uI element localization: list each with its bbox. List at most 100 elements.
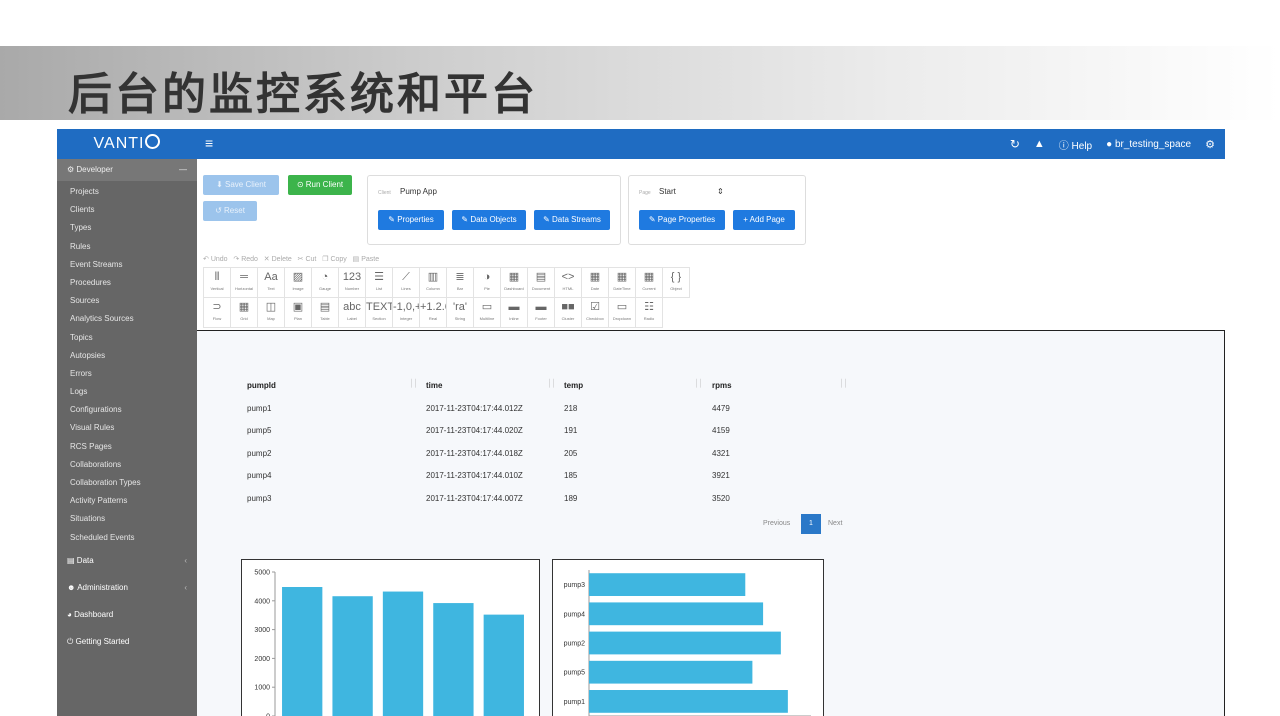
- palette-widget-document[interactable]: ▤ Document: [527, 267, 555, 298]
- sidebar-item[interactable]: Situations: [57, 510, 197, 528]
- sidebar-item[interactable]: Analytics Sources: [57, 310, 197, 328]
- palette-widget-dashboard[interactable]: ▦ Dashboard: [500, 267, 528, 298]
- pager-current-page[interactable]: 1: [801, 514, 821, 534]
- undo-button[interactable]: ↶ Undo: [203, 256, 228, 263]
- palette-widget-string[interactable]: 'ra' String: [446, 297, 474, 328]
- palette-widget-datetime[interactable]: ▦ DateTime: [608, 267, 636, 298]
- palette-widget-object[interactable]: { } Object: [662, 267, 690, 298]
- sidebar-item[interactable]: Activity Patterns: [57, 492, 197, 510]
- delete-button[interactable]: ✕ Delete: [264, 256, 292, 263]
- select-caret-icon[interactable]: ⇕: [717, 187, 724, 196]
- alert-icon[interactable]: ▲: [1034, 138, 1045, 150]
- column-resize-icon[interactable]: ⏐⏐: [694, 379, 703, 389]
- sidebar-item[interactable]: Errors: [57, 365, 197, 383]
- sidebar-item[interactable]: Scheduled Events: [57, 529, 197, 547]
- palette-widget-vertical[interactable]: ⦀ Vertical: [203, 267, 231, 298]
- page-properties-button[interactable]: ✎ Page Properties: [639, 210, 725, 230]
- data-streams-button[interactable]: ✎ Data Streams: [534, 210, 610, 230]
- palette-widget-list[interactable]: ☰ List: [365, 267, 393, 298]
- user-menu[interactable]: ● br_testing_space: [1106, 139, 1191, 150]
- palette-widget-date[interactable]: ▦ Date: [581, 267, 609, 298]
- palette-widget-footer[interactable]: ▬ Footer: [527, 297, 555, 328]
- bar-pump1: [589, 690, 788, 713]
- sidebar-item[interactable]: Collaborations: [57, 456, 197, 474]
- cut-button[interactable]: ✂ Cut: [298, 256, 317, 263]
- vantiq-logo[interactable]: VANTI: [57, 129, 197, 159]
- column-resize-icon[interactable]: ⏐⏐: [547, 379, 556, 389]
- client-builder: ⬇ Save Client ⊙ Run Client ↺ Reset Clien…: [197, 159, 1225, 716]
- palette-widget-section[interactable]: TEXT Section: [365, 297, 393, 328]
- gears-icon[interactable]: ⚙: [1205, 138, 1215, 151]
- palette-widget-bar[interactable]: ≣ Bar: [446, 267, 474, 298]
- save-client-button[interactable]: ⬇ Save Client: [203, 175, 279, 195]
- sidebar-item[interactable]: Logs: [57, 383, 197, 401]
- sidebar-section-dashboard[interactable]: ◕ Dashboard: [57, 601, 197, 628]
- palette-widget-multiline[interactable]: ▭ Multiline: [473, 297, 501, 328]
- redo-button[interactable]: ↷ Redo: [233, 256, 258, 263]
- pager-previous[interactable]: Previous: [763, 520, 790, 527]
- sidebar-item[interactable]: Rules: [57, 238, 197, 256]
- pager-next[interactable]: Next: [828, 520, 842, 527]
- palette-widget-column[interactable]: ▥ Column: [419, 267, 447, 298]
- sidebar-item[interactable]: Configurations: [57, 401, 197, 419]
- palette-widget-pie[interactable]: ◑ Pie: [473, 267, 501, 298]
- column-header-rpms[interactable]: rpms: [712, 381, 732, 390]
- data-objects-button[interactable]: ✎ Data Objects: [452, 210, 526, 230]
- sidebar-item[interactable]: Topics: [57, 329, 197, 347]
- palette-widget-label[interactable]: abc Label: [338, 297, 366, 328]
- paste-button[interactable]: ▤ Paste: [353, 256, 379, 263]
- column-header-temp[interactable]: temp: [564, 381, 583, 390]
- refresh-icon[interactable]: ↻: [1010, 137, 1020, 151]
- menu-toggle-icon[interactable]: ≡: [205, 135, 213, 151]
- help-link[interactable]: ⓘ Help: [1059, 137, 1092, 152]
- sidebar-section-administration[interactable]: ☻ Administration ‹: [57, 574, 197, 601]
- sidebar-item[interactable]: Projects: [57, 183, 197, 201]
- sidebar-section-getting-started[interactable]: ⏻ Getting Started: [57, 628, 197, 655]
- palette-widget-number[interactable]: 123 Number: [338, 267, 366, 298]
- page-select[interactable]: Start: [659, 187, 676, 196]
- copy-button[interactable]: ❐ Copy: [322, 256, 347, 263]
- palette-widget-image[interactable]: ▨ Image: [284, 267, 312, 298]
- client-name[interactable]: Pump App: [400, 187, 437, 196]
- sidebar-item[interactable]: Event Streams: [57, 256, 197, 274]
- sidebar-item[interactable]: Autopsies: [57, 347, 197, 365]
- sidebar-item[interactable]: RCS Pages: [57, 438, 197, 456]
- palette-widget-checkbox[interactable]: ☑ Checkbox: [581, 297, 609, 328]
- sidebar-section-developer[interactable]: ⚙ Developer —: [57, 159, 197, 181]
- palette-widget-horizontal[interactable]: ═ Horizontal: [230, 267, 258, 298]
- palette-widget-integer[interactable]: -1,0,+1 Integer: [392, 297, 420, 328]
- palette-widget-dropdown[interactable]: ▭ Dropdown: [608, 297, 636, 328]
- palette-widget-cluster[interactable]: ■■ Cluster: [554, 297, 582, 328]
- run-client-button[interactable]: ⊙ Run Client: [288, 175, 352, 195]
- palette-widget-gauge[interactable]: ◔ Gauge: [311, 267, 339, 298]
- palette-widget-current[interactable]: ▦ Current: [635, 267, 663, 298]
- column-resize-icon[interactable]: ⏐⏐: [409, 379, 418, 389]
- palette-widget-radio[interactable]: ☷ Radio: [635, 297, 663, 328]
- palette-widget-table[interactable]: ▤ Table: [311, 297, 339, 328]
- palette-widget-flow[interactable]: ⊃ Flow: [203, 297, 231, 328]
- palette-widget-plan[interactable]: ▣ Plan: [284, 297, 312, 328]
- sidebar-item[interactable]: Types: [57, 219, 197, 237]
- column-resize-icon[interactable]: ⏐⏐: [839, 379, 848, 389]
- palette-widget-grid[interactable]: ▦ Grid: [230, 297, 258, 328]
- sidebar-section-data[interactable]: ▤ Data ‹: [57, 547, 197, 574]
- column-header-pumpid[interactable]: pumpId: [247, 381, 276, 390]
- column-header-time[interactable]: time: [426, 381, 442, 390]
- reset-button[interactable]: ↺ Reset: [203, 201, 257, 221]
- page-canvas[interactable]: pumpId time temp rpms ⏐⏐ ⏐⏐ ⏐⏐ ⏐⏐ pump1 …: [197, 330, 1225, 716]
- sidebar-item[interactable]: Procedures: [57, 274, 197, 292]
- palette-widget-lines[interactable]: ⟋ Lines: [392, 267, 420, 298]
- sidebar-item[interactable]: Visual Rules: [57, 419, 197, 437]
- palette-widget-text[interactable]: Aa Text: [257, 267, 285, 298]
- bar-chart[interactable]: pump3 pump4 pump2 pump5 pump1: [552, 559, 824, 716]
- palette-widget-inline[interactable]: ▬ Inline: [500, 297, 528, 328]
- properties-button[interactable]: ✎ Properties: [378, 210, 444, 230]
- palette-widget-map[interactable]: ◫ Map: [257, 297, 285, 328]
- palette-widget-html[interactable]: <> HTML: [554, 267, 582, 298]
- add-page-button[interactable]: + Add Page: [733, 210, 795, 230]
- palette-widget-real[interactable]: +1.2.6 Real: [419, 297, 447, 328]
- sidebar-item[interactable]: Sources: [57, 292, 197, 310]
- sidebar-item[interactable]: Clients: [57, 201, 197, 219]
- sidebar-item[interactable]: Collaboration Types: [57, 474, 197, 492]
- column-chart[interactable]: 010002000300040005000: [241, 559, 540, 716]
